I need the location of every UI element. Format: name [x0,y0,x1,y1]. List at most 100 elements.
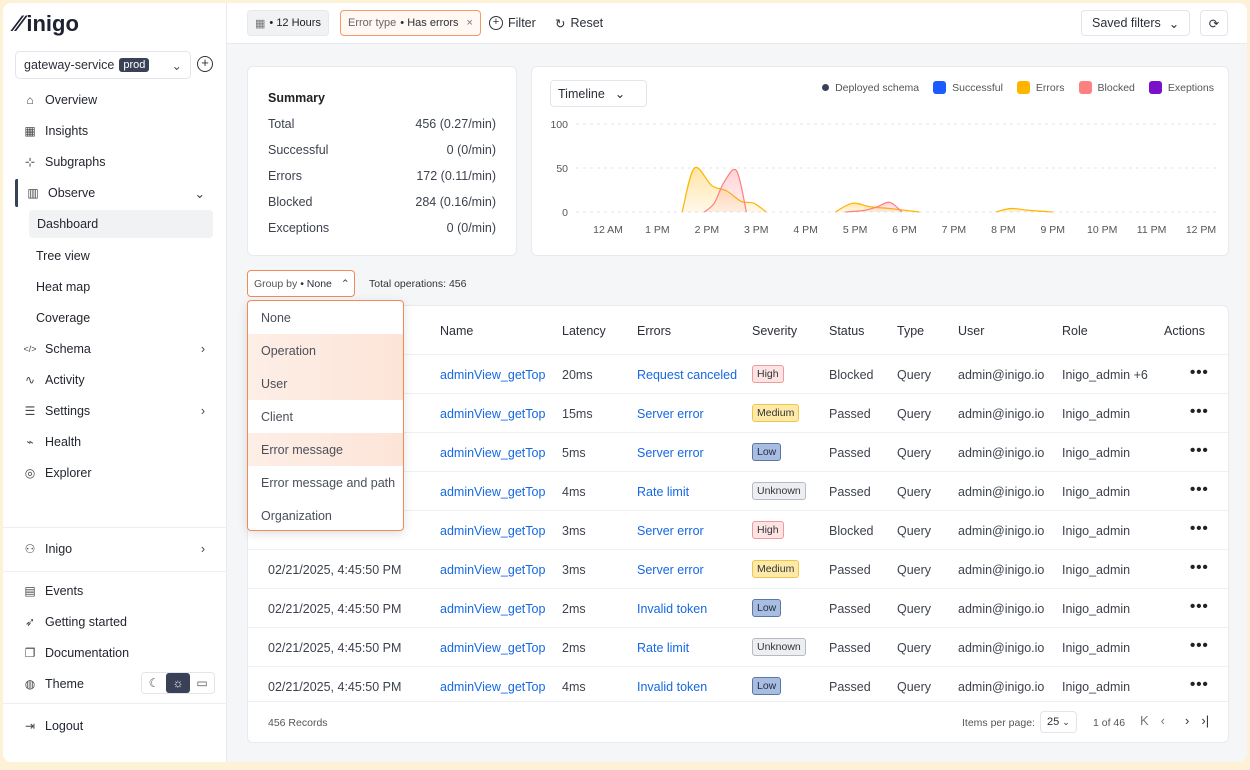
service-selector[interactable]: gateway-service prod ⌄ [15,51,191,79]
sidebar-item-getting-started[interactable]: ➶ Getting started [15,608,213,636]
error-link[interactable]: Invalid token [637,680,707,694]
group-option-error-message[interactable]: Error message [248,433,403,466]
y-tick-label: 100 [550,119,568,131]
error-link[interactable]: Rate limit [637,641,689,655]
operation-link[interactable]: adminView_getTop [440,641,545,655]
severity-badge: Low [752,599,782,617]
column-header[interactable]: Name [440,324,473,338]
sidebar-item-events[interactable]: ▤ Events [15,577,213,605]
sidebar-item-documentation[interactable]: ❐ Documentation [15,639,213,667]
table-row[interactable]: 02/21/2025, 4:45:50 PM adminView_getTop 3m… [248,549,1228,588]
code-icon: </> [23,343,37,354]
group-option-client[interactable]: Client [248,400,403,433]
operation-link[interactable]: adminView_getTop [440,602,545,616]
group-option-none[interactable]: None [248,301,403,334]
latency-cell: 4ms [562,485,586,499]
first-page-icon[interactable]: K [1140,713,1149,728]
items-per-page-select[interactable]: 25 ⌄ [1040,711,1077,733]
logo[interactable]: ⁄⁄ inigo [15,11,79,37]
prev-page-icon[interactable]: ‹ [1161,713,1165,728]
severity-badge: Unknown [752,482,806,500]
sidebar-item-observe[interactable]: ▥ Observe ⌄ [15,179,213,208]
more-actions-icon[interactable]: ••• [1190,637,1209,654]
add-filter-button[interactable]: + Filter [489,10,536,36]
sidebar-item-explorer[interactable]: ◎ Explorer [15,459,213,487]
sidebar-item-overview[interactable]: ⌂ Overview [15,86,213,114]
operation-link[interactable]: adminView_getTop [440,407,545,421]
sidebar-item-dashboard[interactable]: Dashboard [29,210,213,239]
severity-badge: Unknown [752,638,806,656]
table-row[interactable]: 02/21/2025, 4:45:50 PM adminView_getTop 4m… [248,666,1228,705]
column-header[interactable]: Status [829,324,864,338]
column-header[interactable]: Type [897,324,924,338]
refresh-button[interactable]: ⟳ [1200,10,1228,36]
sidebar-item-org[interactable]: ⚇ Inigo › [15,535,213,563]
severity-badge: High [752,521,784,539]
more-actions-icon[interactable]: ••• [1190,442,1209,459]
x-tick-label: 7 PM [942,224,967,236]
table-row[interactable]: 02/21/2025, 4:45:50 PM adminView_getTop 2m… [248,588,1228,627]
operation-link[interactable]: adminView_getTop [440,563,545,577]
reset-button[interactable]: ↻ Reset [555,10,603,36]
last-page-icon[interactable]: ›| [1201,713,1209,728]
group-option-error-message-and-path[interactable]: Error message and path [248,466,403,499]
sun-icon[interactable]: ☼ [166,673,190,693]
column-header[interactable]: Errors [637,324,671,338]
group-option-user[interactable]: User [248,367,403,400]
type-cell: Query [897,368,932,382]
sidebar-item-settings[interactable]: ☰ Settings › [15,397,213,425]
latency-cell: 2ms [562,641,586,655]
time-range-button[interactable]: ▦ • 12 Hours [247,10,329,36]
operation-link[interactable]: adminView_getTop [440,368,545,382]
column-header[interactable]: Actions [1164,324,1205,338]
operation-link[interactable]: adminView_getTop [440,680,545,694]
error-link[interactable]: Server error [637,563,704,577]
more-actions-icon[interactable]: ••• [1190,403,1209,420]
operation-link[interactable]: adminView_getTop [440,446,545,460]
latency-cell: 3ms [562,563,586,577]
label: Documentation [45,646,130,660]
close-icon[interactable]: × [467,17,473,29]
sidebar-item-coverage[interactable]: Coverage [15,304,213,332]
more-actions-icon[interactable]: ••• [1190,559,1209,576]
more-actions-icon[interactable]: ••• [1190,598,1209,615]
error-link[interactable]: Request canceled [637,368,737,382]
group-by-select[interactable]: Group by • None ⌃ [247,270,355,297]
operation-link[interactable]: adminView_getTop [440,485,545,499]
operation-link[interactable]: adminView_getTop [440,524,545,538]
sidebar-item-logout[interactable]: ⇥ Logout [15,712,213,740]
sidebar-item-health[interactable]: ⌁ Health [15,428,213,456]
group-option-organization[interactable]: Organization [248,499,403,532]
more-actions-icon[interactable]: ••• [1190,520,1209,537]
sidebar-item-insights[interactable]: ▦ Insights [15,117,213,145]
column-header[interactable]: Role [1062,324,1088,338]
column-header[interactable]: Latency [562,324,606,338]
error-link[interactable]: Server error [637,446,704,460]
more-actions-icon[interactable]: ••• [1190,676,1209,693]
column-header[interactable]: User [958,324,984,338]
more-actions-icon[interactable]: ••• [1190,364,1209,381]
add-service-icon[interactable]: + [197,56,213,72]
sidebar-item-heat-map[interactable]: Heat map [15,273,213,301]
sidebar-item-tree-view[interactable]: Tree view [15,242,213,270]
more-actions-icon[interactable]: ••• [1190,481,1209,498]
monitor-icon[interactable]: ▭ [190,673,214,693]
label: Logout [45,719,84,733]
error-link[interactable]: Server error [637,407,704,421]
sidebar-item-subgraphs[interactable]: ⊹ Subgraphs [15,148,213,176]
saved-filters-dropdown[interactable]: Saved filters ⌄ [1081,10,1191,36]
table-row[interactable]: 02/21/2025, 4:45:50 PM adminView_getTop 2m… [248,627,1228,666]
error-link[interactable]: Invalid token [637,602,707,616]
page-indicator: 1 of 46 [1093,717,1126,729]
sidebar-item-activity[interactable]: ∿ Activity [15,366,213,394]
user-cell: admin@inigo.io [958,641,1045,655]
error-link[interactable]: Server error [637,524,704,538]
moon-icon[interactable]: ☾ [142,673,166,693]
column-header[interactable]: Severity [752,324,797,338]
label: Tree view [36,248,90,263]
error-link[interactable]: Rate limit [637,485,689,499]
next-page-icon[interactable]: › [1185,713,1189,728]
filter-chip-error-type[interactable]: Error type • Has errors × [340,10,481,36]
sidebar-item-schema[interactable]: </> Schema › [15,335,213,363]
group-option-operation[interactable]: Operation [248,334,403,367]
